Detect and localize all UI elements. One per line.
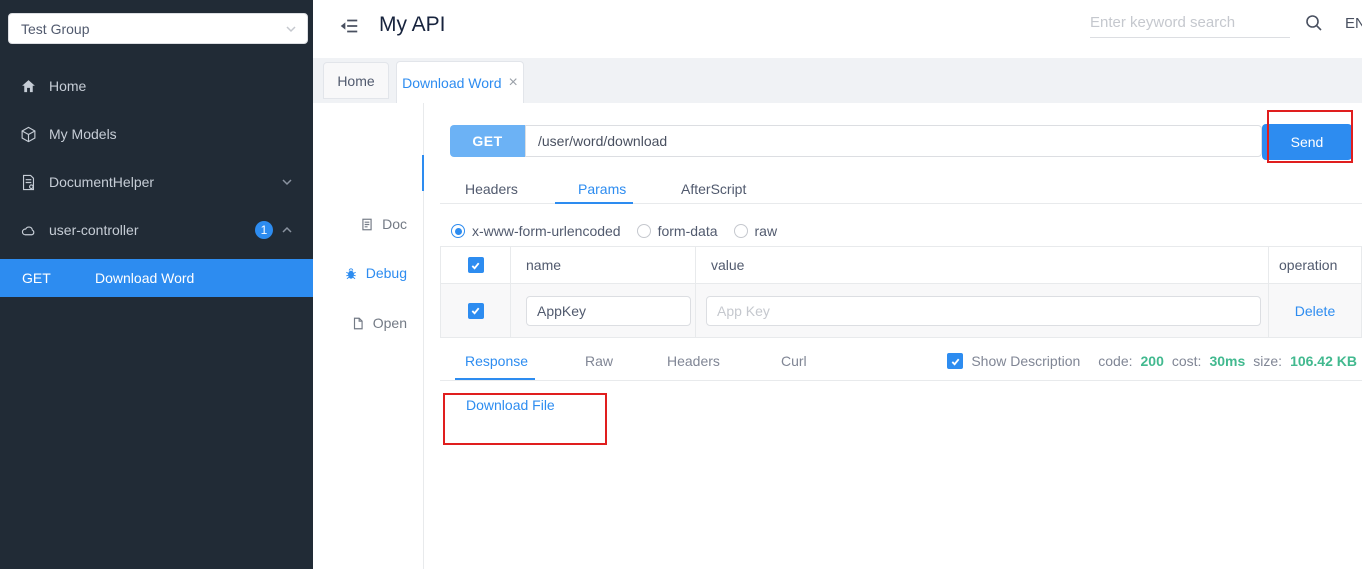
sidebar-item-home[interactable]: Home <box>0 62 313 110</box>
api-debug-app: Test Group Home My Models <box>0 0 1362 569</box>
api-name-label: Download Word <box>95 270 194 286</box>
chevron-up-icon <box>281 224 293 236</box>
group-select-value: Test Group <box>21 21 89 37</box>
sidebar-item-label: user-controller <box>49 222 138 238</box>
home-icon <box>20 78 37 95</box>
chevron-down-icon <box>285 23 297 35</box>
radio-label: form-data <box>658 223 718 239</box>
param-value-input[interactable] <box>706 296 1261 326</box>
tab-response[interactable]: Response <box>465 353 528 369</box>
radio-dot-icon <box>451 224 465 238</box>
tab-curl[interactable]: Curl <box>781 353 807 369</box>
sidebar-item-user-controller[interactable]: user-controller 1 <box>0 206 313 254</box>
radio-x-www-form-urlencoded[interactable]: x-www-form-urlencoded <box>451 223 621 239</box>
sidebar-item-label: Home <box>49 78 86 94</box>
view-nav-label: Debug <box>366 265 407 281</box>
api-count-badge: 1 <box>255 221 273 239</box>
param-operation-cell: Delete <box>1269 284 1361 337</box>
sidebar-item-label: DocumentHelper <box>49 174 154 190</box>
radio-raw[interactable]: raw <box>734 223 778 239</box>
tab-headers[interactable]: Headers <box>465 181 518 197</box>
view-nav-doc[interactable]: Doc <box>360 216 407 232</box>
send-button[interactable]: Send <box>1262 124 1352 160</box>
chevron-down-icon <box>281 176 293 188</box>
sidebar: Test Group Home My Models <box>0 0 313 569</box>
method-button[interactable]: GET <box>450 125 525 157</box>
size-value: 106.42 KB <box>1290 353 1357 369</box>
cost-value: 30ms <box>1209 353 1245 369</box>
show-description-checkbox[interactable] <box>947 353 963 369</box>
tab-params[interactable]: Params <box>578 181 626 197</box>
view-nav-label: Open <box>373 315 407 331</box>
language-switch[interactable]: EN <box>1345 15 1362 32</box>
sidebar-item-documenthelper[interactable]: DocumentHelper <box>0 158 313 206</box>
close-icon[interactable]: × <box>509 75 518 91</box>
active-tab-underline <box>455 378 535 380</box>
param-name-input[interactable] <box>526 296 691 326</box>
param-name-cell <box>511 284 696 337</box>
tab-divider <box>440 380 1362 381</box>
radio-form-data[interactable]: form-data <box>637 223 718 239</box>
radio-dot-icon <box>637 224 651 238</box>
tab-raw[interactable]: Raw <box>585 353 613 369</box>
view-nav-debug[interactable]: Debug <box>344 265 407 281</box>
view-nav-label: Doc <box>382 216 407 232</box>
view-nav-open[interactable]: Open <box>351 315 407 331</box>
group-select[interactable]: Test Group <box>8 13 308 44</box>
checkbox-checked-icon[interactable] <box>468 257 484 273</box>
params-table-row: Delete <box>441 284 1361 337</box>
download-file-link[interactable]: Download File <box>466 397 555 413</box>
debug-panel: GET Send Headers Params AfterScript x-ww… <box>424 103 1362 569</box>
sidebar-item-label: My Models <box>49 126 117 142</box>
radio-label: raw <box>755 223 778 239</box>
doc-icon <box>360 217 374 232</box>
delete-param-link[interactable]: Delete <box>1295 303 1335 319</box>
column-header-operation: operation <box>1269 247 1361 283</box>
column-header-value: value <box>696 247 1269 283</box>
body-type-radios: x-www-form-urlencoded form-data raw <box>451 223 793 239</box>
sidebar-nav: Home My Models DocumentHelper <box>0 62 313 254</box>
menu-fold-icon[interactable] <box>338 15 360 37</box>
api-view-nav: Doc Debug Open <box>313 103 424 569</box>
cloud-api-icon <box>20 222 37 239</box>
radio-label: x-www-form-urlencoded <box>472 223 621 239</box>
param-value-cell <box>696 284 1269 337</box>
models-icon <box>20 126 37 143</box>
size-label: size: <box>1253 353 1282 369</box>
header-checkbox-cell <box>441 247 511 283</box>
column-header-name: name <box>511 247 696 283</box>
document-gear-icon <box>20 174 37 191</box>
row-checkbox-cell <box>441 284 511 337</box>
tab-label: Home <box>337 73 374 89</box>
response-meta: Show Description code: 200 cost: 30ms si… <box>947 353 1357 369</box>
workspace-tabstrip: Home Download Word × <box>313 58 1362 103</box>
tab-home[interactable]: Home <box>323 62 389 99</box>
tab-download-word[interactable]: Download Word × <box>396 61 524 103</box>
top-header: My API EN <box>313 0 1362 58</box>
params-table: name value operation Delete <box>440 246 1362 338</box>
file-icon <box>351 316 365 331</box>
tab-afterscript[interactable]: AfterScript <box>681 181 746 197</box>
search-icon[interactable] <box>1305 14 1323 32</box>
sidebar-api-download-word[interactable]: GET Download Word <box>0 259 313 297</box>
page-title: My API <box>379 13 446 37</box>
search-input[interactable] <box>1090 8 1290 38</box>
params-table-header: name value operation <box>441 247 1361 284</box>
bug-icon <box>344 266 358 281</box>
code-label: code: <box>1098 353 1132 369</box>
tab-label: Download Word <box>402 75 501 91</box>
cost-label: cost: <box>1172 353 1202 369</box>
api-method-label: GET <box>22 270 62 286</box>
checkbox-checked-icon[interactable] <box>468 303 484 319</box>
sidebar-item-my-models[interactable]: My Models <box>0 110 313 158</box>
tab-response-headers[interactable]: Headers <box>667 353 720 369</box>
status-code-value: 200 <box>1141 353 1164 369</box>
radio-dot-icon <box>734 224 748 238</box>
active-tab-underline <box>555 202 633 204</box>
url-input[interactable] <box>525 125 1262 157</box>
show-description-label: Show Description <box>971 353 1080 369</box>
